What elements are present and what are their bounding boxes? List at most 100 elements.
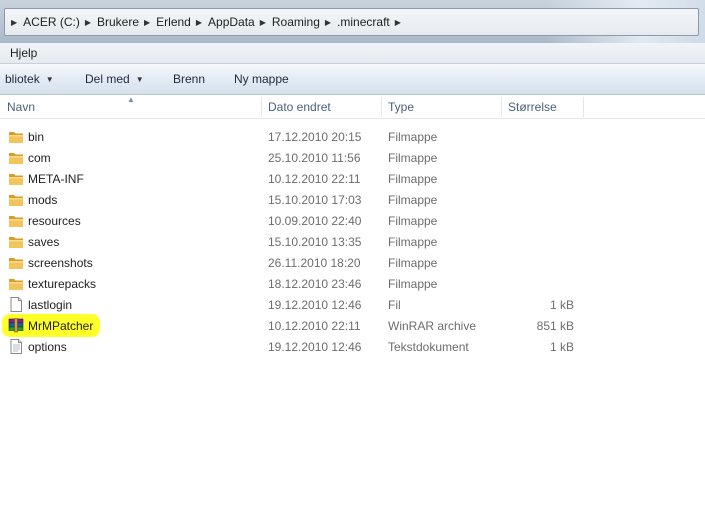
breadcrumb-item-user[interactable]: Erlend [156,15,191,29]
file-type: Filmappe [388,234,438,249]
chevron-down-icon: ▼ [45,74,54,84]
column-header-date[interactable]: Dato endret [268,95,331,119]
file-row[interactable]: options 19.12.2010 12:46 Tekstdokument 1 kB [0,336,705,357]
file-row[interactable]: screenshots 26.11.2010 18:20 Filmappe [0,252,705,273]
breadcrumb-arrow-icon[interactable]: ▶ [325,18,331,27]
file-type: Filmappe [388,192,438,207]
file-date-modified: 26.11.2010 18:20 [268,255,361,270]
file-row[interactable]: MrMPatcher 10.12.2010 22:11 WinRAR archive… [0,314,705,337]
share-with-label: Del med [85,72,130,86]
breadcrumb: ▶ ACER (C:) ▶ Brukere ▶ Erlend ▶ AppData… [11,15,407,29]
file-name: options [28,339,67,354]
column-header-type[interactable]: Type [388,95,414,119]
breadcrumb-arrow-icon[interactable]: ▶ [85,18,91,27]
address-bar[interactable]: ▶ ACER (C:) ▶ Brukere ▶ Erlend ▶ AppData… [4,8,699,36]
file-name: com [28,150,51,165]
file-row[interactable]: texturepacks 18.12.2010 23:46 Filmappe [0,273,705,294]
breadcrumb-item-appdata[interactable]: AppData [208,15,255,29]
file-date-modified: 10.12.2010 22:11 [268,318,361,333]
burn-button[interactable]: Brenn [173,64,205,95]
breadcrumb-arrow-icon[interactable]: ▶ [260,18,266,27]
file-type: Tekstdokument [388,339,469,354]
folder-icon [8,213,24,228]
file-size: 851 kB [536,318,574,333]
file-date-modified: 17.12.2010 20:15 [268,129,362,144]
breadcrumb-root-arrow-icon[interactable]: ▶ [11,18,17,27]
file-size: 1 kB [549,297,574,312]
file-name: lastlogin [28,297,73,312]
file-row[interactable]: lastlogin 19.12.2010 12:46 Fil 1 kB [0,294,705,315]
breadcrumb-item-users[interactable]: Brukere [97,15,139,29]
include-in-library-button[interactable]: bliotek ▼ [5,64,54,95]
file-date-modified: 19.12.2010 12:46 [268,297,362,312]
file-type: Fil [388,297,401,312]
column-header-size[interactable]: Størrelse [508,95,557,119]
file-name: bin [28,129,45,144]
folder-icon [8,171,24,186]
file-name: MrMPatcher [28,318,94,333]
column-divider[interactable] [501,97,502,117]
file-type: Filmappe [388,255,438,270]
file-size [500,189,574,210]
file-size [500,126,574,147]
file-date-modified: 15.10.2010 17:03 [268,192,362,207]
file-list: bin 17.12.2010 20:15 Filmappe com 25.10.2010… [0,126,705,357]
file-type: Filmappe [388,171,438,186]
include-in-library-label: bliotek [5,72,40,86]
file-row[interactable]: com 25.10.2010 11:56 Filmappe [0,147,705,168]
file-row[interactable]: saves 15.10.2010 13:35 Filmappe [0,231,705,252]
file-size [500,168,574,189]
file-type: Filmappe [388,276,438,291]
file-row[interactable]: bin 17.12.2010 20:15 Filmappe [0,126,705,147]
file-date-modified: 10.09.2010 22:40 [268,213,362,228]
column-header-name[interactable]: Navn [7,95,35,119]
file-row[interactable]: resources 10.09.2010 22:40 Filmappe [0,210,705,231]
folder-icon [8,234,24,249]
file-row[interactable]: META-INF 10.12.2010 22:11 Filmappe [0,168,705,189]
sort-ascending-icon: ▲ [127,95,135,104]
column-divider[interactable] [583,97,584,117]
file-size [500,252,574,273]
address-bar-region: ▶ ACER (C:) ▶ Brukere ▶ Erlend ▶ AppData… [0,0,705,43]
breadcrumb-arrow-icon[interactable]: ▶ [196,18,202,27]
column-divider[interactable] [381,97,382,117]
file-size: 1 kB [549,339,574,354]
file-type: WinRAR archive [388,318,477,333]
command-bar: bliotek ▼ Del med ▼ Brenn Ny mappe [0,64,705,95]
file-date-modified: 15.10.2010 13:35 [268,234,362,249]
file-date-modified: 19.12.2010 12:46 [268,339,362,354]
file-name: mods [28,192,58,207]
file-size [500,273,574,294]
file-date-modified: 18.12.2010 23:46 [268,276,362,291]
folder-icon [8,150,24,165]
file-date-modified: 25.10.2010 11:56 [268,150,361,165]
folder-icon [8,129,24,144]
breadcrumb-arrow-icon[interactable]: ▶ [395,18,401,27]
file-name: saves [28,234,60,249]
file-name: texturepacks [28,276,97,291]
breadcrumb-item-drive[interactable]: ACER (C:) [23,15,80,29]
file-date-modified: 10.12.2010 22:11 [268,171,361,186]
file-type: Filmappe [388,150,438,165]
file-name: screenshots [28,255,93,270]
breadcrumb-item-minecraft[interactable]: .minecraft [337,15,390,29]
file-type: Filmappe [388,213,438,228]
breadcrumb-item-roaming[interactable]: Roaming [272,15,320,29]
file-size [500,210,574,231]
folder-icon [8,192,24,207]
new-folder-button[interactable]: Ny mappe [234,64,289,95]
menu-help[interactable]: Hjelp [10,46,37,60]
column-headers: ▲ Navn Dato endret Type Størrelse [0,95,705,119]
breadcrumb-arrow-icon[interactable]: ▶ [144,18,150,27]
folder-icon [8,276,24,291]
share-with-button[interactable]: Del med ▼ [85,64,144,95]
file-size [500,231,574,252]
file-type: Filmappe [388,129,438,144]
file-name: resources [28,213,81,228]
winrar-archive-icon [8,318,24,333]
file-row[interactable]: mods 15.10.2010 17:03 Filmappe [0,189,705,210]
menu-bar: Hjelp [0,43,705,64]
column-divider[interactable] [261,97,262,117]
file-size [500,147,574,168]
chevron-down-icon: ▼ [135,74,144,84]
